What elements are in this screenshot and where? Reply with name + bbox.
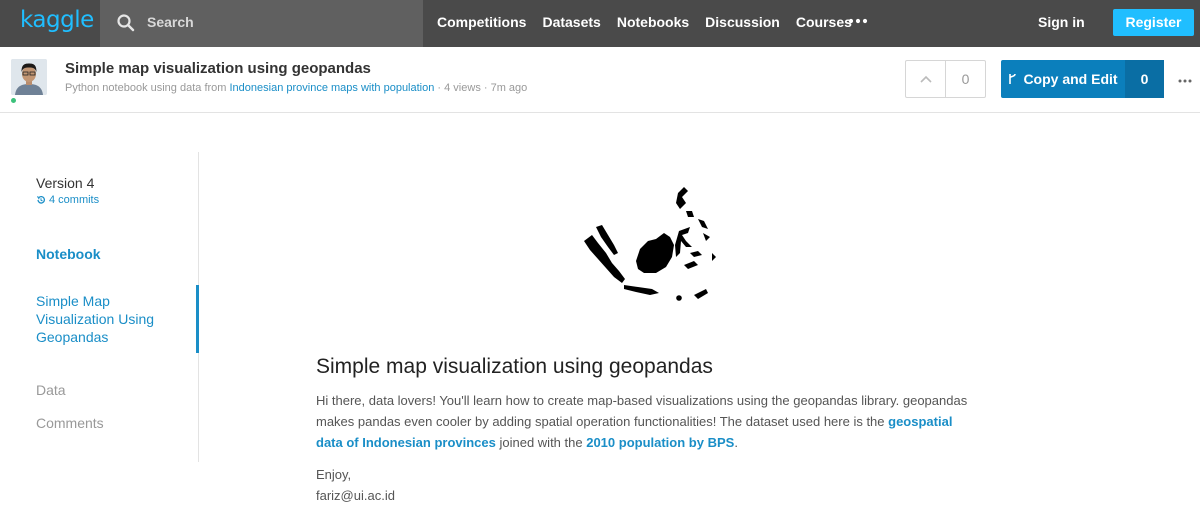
copy-count: 0 [1125,60,1164,98]
more-options-icon[interactable] [1178,79,1192,83]
register-button[interactable]: Register [1113,9,1194,36]
history-icon [36,196,46,204]
signoff-text: Enjoy, [316,467,352,482]
notebook-sidebar: Version 4 4 commits Notebook Simple Map … [0,152,199,462]
author-email: fariz@ui.ac.id [316,488,395,503]
dataset-link[interactable]: Indonesian province maps with population [230,82,435,94]
search-icon [117,14,135,32]
sidebar-item-notebook[interactable]: Notebook [36,246,101,262]
more-horizontal-icon[interactable] [848,14,868,28]
main-nav-links: Competitions Datasets Notebooks Discussi… [437,14,868,34]
nav-datasets[interactable]: Datasets [542,14,600,34]
nav-discussion[interactable]: Discussion [705,14,780,34]
copy-and-edit-main[interactable]: Copy and Edit [1001,60,1125,98]
vote-count: 0 [961,71,970,87]
search-bar[interactable]: Search [100,0,423,47]
copy-and-edit-label: Copy and Edit [1023,71,1118,87]
commits-link[interactable]: 4 commits [36,194,99,206]
sidebar-item-section-title[interactable]: Simple Map Visualization Using Geopandas [36,292,176,346]
notebook-header: Simple map visualization using geopandas… [0,47,1200,113]
notebook-subtitle: Python notebook using data from Indonesi… [65,82,527,94]
top-navbar: kaggle Search Competitions Datasets Note… [0,0,1200,47]
chevron-up-icon [919,75,932,83]
version-label: Version 4 [36,175,95,191]
nav-notebooks[interactable]: Notebooks [617,14,689,34]
intro-text-3: . [734,435,738,450]
notebook-heading: Simple map visualization using geopandas [316,355,713,378]
commits-label: 4 commits [49,194,100,206]
author-avatar[interactable] [11,59,47,95]
upvote-widget: 0 [905,60,986,98]
sidebar-item-data[interactable]: Data [36,382,66,398]
subtitle-prefix: Python notebook using data from [65,82,230,94]
subtitle-meta: · 4 views · 7m ago [434,82,528,94]
notebook-title: Simple map visualization using geopandas [65,60,371,77]
copy-and-edit-button[interactable]: Copy and Edit 0 [1001,60,1164,98]
intro-text-2: joined with the [495,435,587,450]
population-data-link[interactable]: 2010 population by BPS [586,435,734,450]
intro-text-1: Hi there, data lovers! You'll learn how … [316,393,968,429]
nav-courses[interactable]: Courses [796,14,852,34]
avatar-photo [11,59,47,95]
indonesia-map-image [584,187,716,301]
upvote-button[interactable] [906,61,946,97]
active-section-indicator [196,285,199,353]
sign-in-link[interactable]: Sign in [1038,14,1085,30]
search-placeholder: Search [147,14,194,30]
fork-icon [1009,73,1017,84]
kaggle-logo[interactable]: kaggle [20,7,94,33]
online-status-dot [11,98,16,103]
sidebar-item-comments[interactable]: Comments [36,415,104,431]
intro-paragraph: Hi there, data lovers! You'll learn how … [316,390,981,453]
nav-competitions[interactable]: Competitions [437,14,526,34]
